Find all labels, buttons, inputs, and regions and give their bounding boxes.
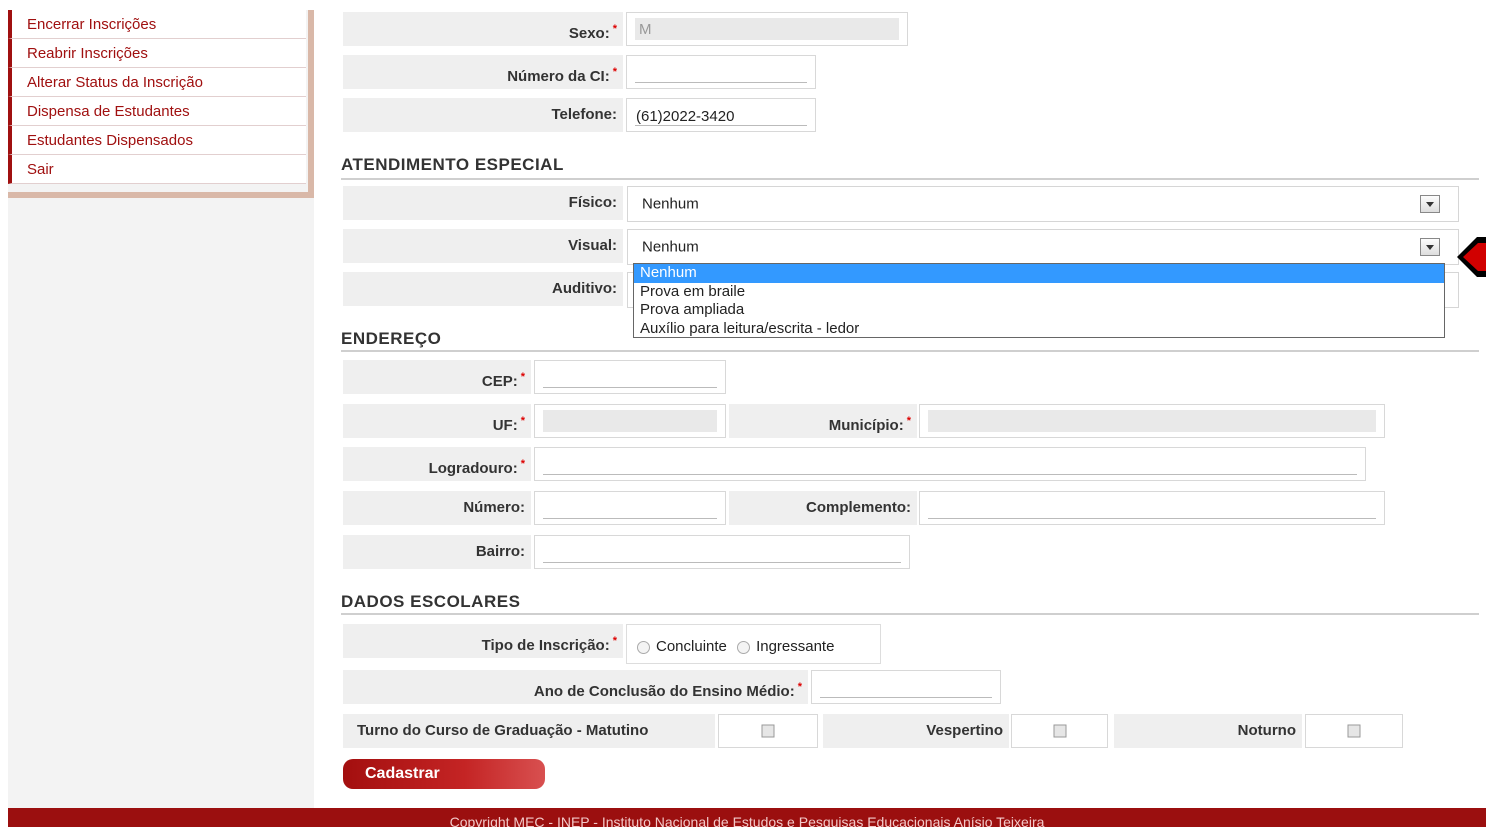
- turno-label-text: Turno do Curso de Graduação - Matutino: [357, 722, 649, 739]
- numero-label: Número:: [343, 491, 531, 525]
- fisico-label: Físico:: [343, 186, 623, 220]
- ano-conclusao-input[interactable]: [811, 670, 1001, 704]
- dropdown-option-nenhum[interactable]: Nenhum: [634, 264, 1444, 283]
- auditivo-label: Auditivo:: [343, 272, 623, 306]
- arrow-pointer-icon: [1457, 237, 1486, 277]
- bairro-label: Bairro:: [343, 535, 531, 569]
- municipio-field[interactable]: [919, 404, 1385, 438]
- sexo-field[interactable]: M: [626, 12, 908, 46]
- visual-label: Visual:: [343, 229, 623, 263]
- auditivo-label-text: Auditivo:: [552, 280, 617, 297]
- uf-field[interactable]: [534, 404, 726, 438]
- radio-ingressante-label: Ingressante: [756, 638, 835, 655]
- divider: [341, 613, 1479, 615]
- vespertino-label-text: Vespertino: [926, 722, 1003, 739]
- footer: Copyright MEC - INEP - Instituto Naciona…: [8, 808, 1486, 827]
- tipo-inscricao-label: Tipo de Inscrição: *: [343, 624, 623, 658]
- sidebar-menu: Encerrar Inscrições Reabrir Inscrições A…: [8, 10, 306, 184]
- cep-label-text: CEP:: [481, 373, 518, 390]
- checkbox-matutino[interactable]: [761, 724, 775, 738]
- sidebar-item-encerrar-inscricoes[interactable]: Encerrar Inscrições: [8, 10, 306, 39]
- municipio-label-text: Município:: [828, 417, 904, 434]
- sidebar-item-alterar-status[interactable]: Alterar Status da Inscrição: [8, 68, 306, 97]
- logradouro-label-text: Logradouro:: [428, 460, 518, 477]
- bairro-input[interactable]: [534, 535, 910, 569]
- dropdown-option-ledor[interactable]: Auxílio para leitura/escrita - ledor: [634, 320, 1444, 339]
- section-escolares-title: DADOS ESCOLARES: [341, 592, 521, 611]
- section-atendimento-title: ATENDIMENTO ESPECIAL: [341, 155, 564, 174]
- footer-copyright: Copyright MEC - INEP - Instituto Naciona…: [449, 814, 1045, 827]
- radio-group: Concluinte Ingressante: [637, 638, 834, 655]
- checkbox-vespertino[interactable]: [1053, 724, 1066, 738]
- noturno-label: Noturno: [1114, 714, 1302, 748]
- divider: [341, 350, 1479, 352]
- bairro-label-text: Bairro:: [475, 543, 525, 560]
- numero-label-text: Número:: [463, 499, 525, 516]
- ano-conclusao-label: Ano de Conclusão do Ensino Médio: *: [343, 670, 808, 704]
- dropdown-option-prova-braile[interactable]: Prova em braile: [634, 283, 1444, 302]
- visual-dropdown-list[interactable]: Nenhum Prova em braile Prova ampliada Au…: [633, 263, 1445, 338]
- complemento-label: Complemento:: [729, 491, 917, 525]
- sidebar-item-dispensa-estudantes[interactable]: Dispensa de Estudantes: [8, 97, 306, 126]
- required-marker: *: [520, 371, 525, 383]
- cadastrar-button[interactable]: Cadastrar: [343, 759, 545, 789]
- radio-concluinte[interactable]: [637, 640, 650, 654]
- ci-label: Número da CI: *: [343, 55, 623, 89]
- cep-label: CEP: *: [343, 360, 531, 394]
- uf-label-text: UF:: [492, 417, 518, 434]
- radio-concluinte-label: Concluinte: [656, 638, 727, 655]
- sidebar-item-reabrir-inscricoes[interactable]: Reabrir Inscrições: [8, 39, 306, 68]
- fisico-label-text: Físico:: [568, 194, 617, 211]
- tipo-inscricao-group: Concluinte Ingressante: [626, 624, 881, 664]
- complemento-input[interactable]: [919, 491, 1385, 525]
- required-marker: *: [906, 415, 911, 427]
- visual-select[interactable]: Nenhum: [627, 229, 1459, 265]
- required-marker: *: [520, 415, 525, 427]
- turno-matutino-label: Turno do Curso de Graduação - Matutino: [343, 714, 715, 748]
- visual-selected-value: Nenhum: [642, 238, 699, 256]
- logradouro-input[interactable]: [534, 447, 1366, 481]
- visual-label-text: Visual:: [568, 237, 617, 254]
- noturno-label-text: Noturno: [1237, 722, 1296, 739]
- sidebar-item-sair[interactable]: Sair: [8, 155, 306, 184]
- required-marker: *: [797, 681, 802, 693]
- chevron-down-icon[interactable]: [1420, 195, 1440, 213]
- sexo-value: M: [639, 21, 652, 38]
- vespertino-label: Vespertino: [823, 714, 1009, 748]
- telefone-label-text: Telefone:: [551, 106, 617, 123]
- divider: [341, 178, 1479, 180]
- vespertino-cell: [1011, 714, 1108, 748]
- ci-label-text: Número da CI:: [507, 68, 610, 85]
- matutino-cell: [718, 714, 818, 748]
- required-marker: *: [612, 635, 617, 647]
- ano-conclusao-label-text: Ano de Conclusão do Ensino Médio:: [533, 683, 795, 700]
- ci-input[interactable]: [626, 55, 816, 89]
- complemento-label-text: Complemento:: [806, 499, 911, 516]
- cep-input[interactable]: [534, 360, 726, 394]
- sidebar-item-estudantes-dispensados[interactable]: Estudantes Dispensados: [8, 126, 306, 155]
- section-endereco-title: ENDEREÇO: [341, 329, 442, 348]
- fisico-select[interactable]: Nenhum: [627, 186, 1459, 222]
- sexo-label-text: Sexo:: [568, 25, 610, 42]
- municipio-label: Município: *: [729, 404, 917, 438]
- telefone-input[interactable]: (61)2022-3420: [626, 98, 816, 132]
- uf-label: UF: *: [343, 404, 531, 438]
- logradouro-label: Logradouro: *: [343, 447, 531, 481]
- radio-ingressante[interactable]: [737, 640, 751, 654]
- noturno-cell: [1305, 714, 1403, 748]
- required-marker: *: [612, 23, 617, 35]
- sexo-label: Sexo: *: [343, 12, 623, 46]
- telefone-label: Telefone:: [343, 98, 623, 132]
- chevron-down-icon[interactable]: [1420, 238, 1440, 256]
- sidebar-background: [8, 198, 314, 808]
- fisico-selected-value: Nenhum: [642, 195, 699, 213]
- dropdown-option-prova-ampliada[interactable]: Prova ampliada: [634, 301, 1444, 320]
- telefone-value: (61)2022-3420: [636, 108, 735, 125]
- tipo-inscricao-label-text: Tipo de Inscrição:: [481, 637, 610, 654]
- numero-input[interactable]: [534, 491, 726, 525]
- required-marker: *: [520, 458, 525, 470]
- required-marker: *: [612, 66, 617, 78]
- checkbox-noturno[interactable]: [1347, 724, 1361, 738]
